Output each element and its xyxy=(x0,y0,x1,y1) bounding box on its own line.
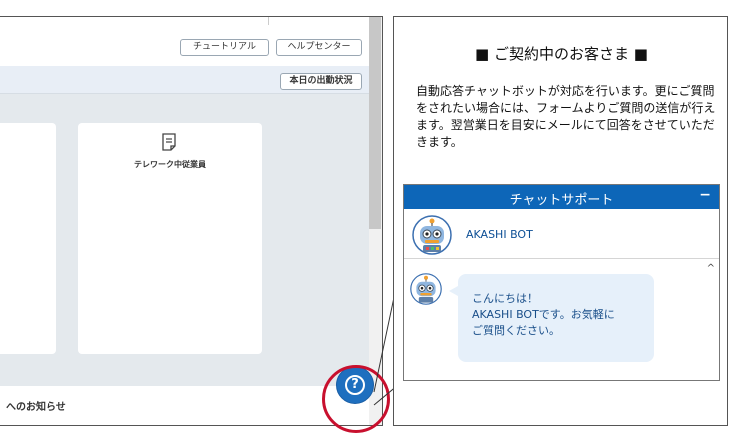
dashboard-content: 本日の出勤状況 テレワーク中従業員 xyxy=(0,66,369,386)
chat-messages: ^ こんにちは！ AKASHI BOTです。お気軽に ご質問ください。 xyxy=(404,260,719,380)
top-bar: チュートリアル ヘルプセンター xyxy=(0,17,369,66)
help-chat-button[interactable]: ? xyxy=(336,366,374,404)
bubble-tail xyxy=(449,286,458,296)
robot-avatar-icon xyxy=(412,215,452,255)
bot-profile: AKASHI BOT xyxy=(404,209,719,259)
page-scrollbar-thumb[interactable] xyxy=(369,17,381,229)
status-bar: 本日の出勤状況 xyxy=(0,66,369,94)
callout-panel: ■ ご契約中のお客さま ■ 自動応答チャットボットが対応を行います。更にご質問を… xyxy=(393,16,728,426)
today-attendance-button[interactable]: 本日の出勤状況 xyxy=(280,73,362,90)
notice-bar: へのお知らせ xyxy=(0,386,369,425)
notice-title: へのお知らせ xyxy=(6,402,66,413)
document-icon xyxy=(162,133,176,151)
telework-card[interactable]: テレワーク中従業員 xyxy=(78,123,262,354)
callout-title: ■ ご契約中のお客さま ■ xyxy=(475,45,648,63)
chevron-up-icon[interactable]: ^ xyxy=(707,263,715,274)
telework-card-label: テレワーク中従業員 xyxy=(134,160,206,169)
robot-avatar-icon xyxy=(410,273,442,305)
bot-message-bubble: こんにちは！ AKASHI BOTです。お気軽に ご質問ください。 xyxy=(458,274,654,362)
bot-name: AKASHI BOT xyxy=(466,228,533,241)
tutorial-button[interactable]: チュートリアル xyxy=(180,39,269,56)
minimize-icon[interactable]: − xyxy=(699,187,711,203)
message-line: AKASHI BOTです。お気軽に xyxy=(472,308,615,321)
help-center-button[interactable]: ヘルプセンター xyxy=(276,39,362,56)
chat-title: チャットサポート xyxy=(509,193,614,208)
chat-header: チャットサポート − xyxy=(404,185,719,209)
app-screenshot-panel: チュートリアル ヘルプセンター 本日の出勤状況 テレワーク中従業員 へのお知らせ xyxy=(0,16,383,426)
topbar-divider xyxy=(268,17,269,25)
help-question-icon: ? xyxy=(345,375,365,395)
greeting-text: こんにちは！ xyxy=(472,292,538,305)
dashboard-card xyxy=(0,123,56,354)
message-line: ご質問ください。 xyxy=(472,324,560,337)
callout-description: 自動応答チャットボットが対応を行います。更にご質問をされたい場合には、フォームよ… xyxy=(416,84,716,149)
chat-widget: チャットサポート − AKASHI BOT ^ こんにちは！ AKASHI BO… xyxy=(403,184,720,381)
